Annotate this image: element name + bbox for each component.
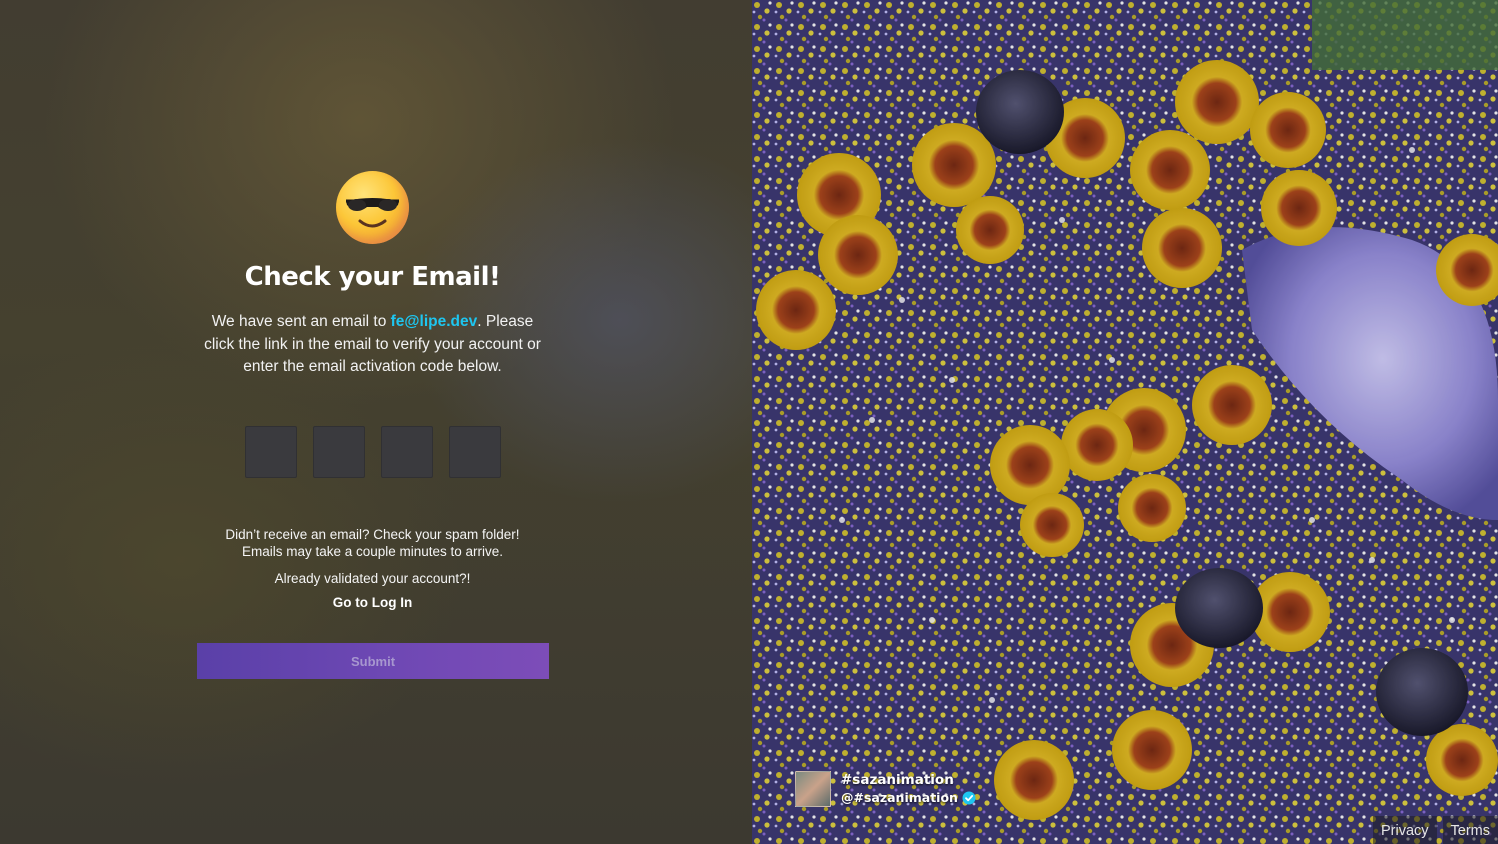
user-email: fe@lipe.dev xyxy=(390,313,478,330)
desc-text-before: We have sent an email to xyxy=(211,313,391,330)
code-digit-2[interactable] xyxy=(313,426,365,478)
already-validated-note: Already validated your account?! xyxy=(274,571,471,586)
verify-panel: Check your Email! We have sent an email … xyxy=(0,0,752,844)
code-digit-1[interactable] xyxy=(245,426,297,478)
verification-description: We have sent an email to fe@lipe.dev. Pl… xyxy=(196,311,549,379)
spam-folder-note: Didn’t receive an email? Check your spam… xyxy=(0,526,745,560)
code-digit-3[interactable] xyxy=(381,426,433,478)
submit-button[interactable]: Submit xyxy=(197,643,549,679)
spam-note-line-1: Didn’t receive an email? Check your spam… xyxy=(225,527,520,542)
artist-info: #sazanimation @#sazanimation xyxy=(841,772,976,806)
artist-handle[interactable]: @#sazanimation xyxy=(841,789,958,806)
artist-handle-row: @#sazanimation xyxy=(841,789,976,806)
go-to-login-link[interactable]: Go to Log In xyxy=(0,595,745,610)
artwork-panel xyxy=(752,0,1498,844)
artist-avatar[interactable] xyxy=(795,771,831,807)
page-title: Check your Email! xyxy=(244,262,501,292)
code-digit-4[interactable] xyxy=(449,426,501,478)
artwork-credit: #sazanimation @#sazanimation xyxy=(795,771,976,807)
footer-links: Privacy Terms xyxy=(1367,816,1498,844)
sunglasses-emoji-icon xyxy=(336,171,409,244)
verified-badge-icon xyxy=(962,791,976,804)
activation-code-inputs xyxy=(245,426,501,478)
flower-field-artwork xyxy=(752,0,1498,844)
spam-note-line-2: Emails may take a couple minutes to arri… xyxy=(241,544,504,559)
privacy-link[interactable]: Privacy xyxy=(1372,816,1437,844)
terms-link[interactable]: Terms xyxy=(1442,816,1498,844)
artist-name[interactable]: #sazanimation xyxy=(841,772,976,789)
